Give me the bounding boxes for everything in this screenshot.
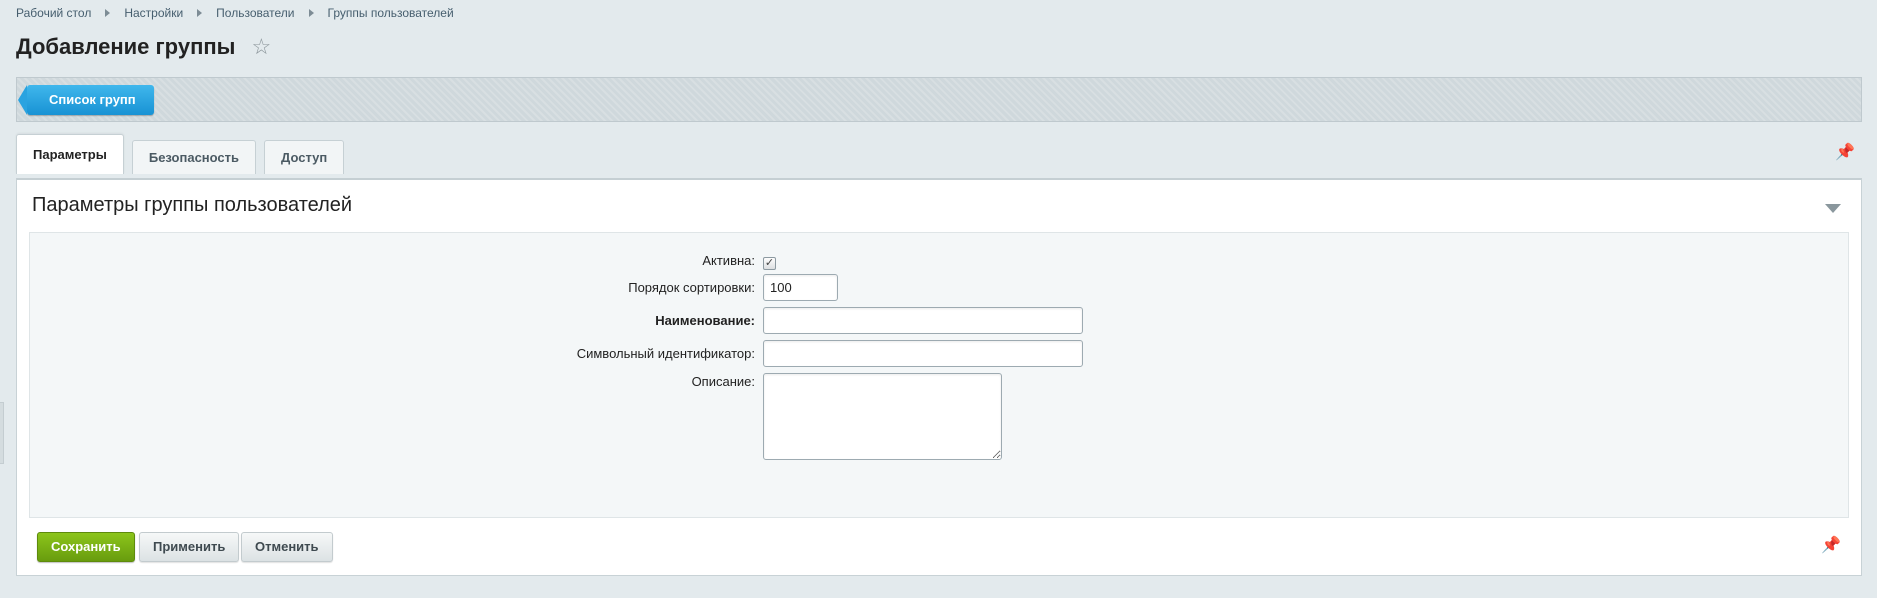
group-parameters-panel: Параметры группы пользователей Активна: … — [16, 178, 1862, 576]
active-checkbox[interactable]: ✓ — [763, 257, 776, 270]
star-icon[interactable]: ☆ — [251, 36, 271, 58]
tab-bar: Параметры Безопасность Доступ — [16, 134, 352, 174]
description-label: Описание: — [691, 374, 755, 389]
group-list-button[interactable]: Список групп — [18, 85, 154, 115]
pin-icon[interactable]: 📌 — [1821, 535, 1841, 555]
code-input[interactable] — [763, 340, 1083, 367]
breadcrumb-item-settings[interactable]: Настройки — [124, 6, 183, 20]
context-toolbar: Список групп — [16, 77, 1862, 122]
cancel-button[interactable]: Отменить — [241, 532, 333, 562]
form-area: Активна: ✓ Порядок сортировки: Наименова… — [29, 232, 1849, 518]
breadcrumb-item-user-groups[interactable]: Группы пользователей — [328, 6, 454, 20]
breadcrumb-item-users[interactable]: Пользователи — [216, 6, 294, 20]
section-title: Параметры группы пользователей — [32, 194, 353, 216]
active-label: Активна: — [702, 253, 755, 268]
side-panel-handle[interactable] — [0, 402, 4, 464]
checkmark-icon: ✓ — [764, 257, 775, 269]
pin-icon[interactable]: 📌 — [1835, 142, 1855, 162]
breadcrumb-separator-icon — [308, 9, 314, 17]
apply-button[interactable]: Применить — [139, 532, 240, 562]
name-label: Наименование: — [655, 313, 755, 328]
code-label: Символьный идентификатор: — [576, 346, 755, 361]
tab-parameters[interactable]: Параметры — [16, 134, 124, 174]
name-input[interactable] — [763, 307, 1083, 334]
save-button[interactable]: Сохранить — [37, 532, 135, 562]
breadcrumb-separator-icon — [197, 9, 203, 17]
chevron-down-icon[interactable] — [1825, 204, 1841, 213]
sort-input[interactable] — [763, 274, 838, 301]
tab-security[interactable]: Безопасность — [131, 140, 257, 174]
breadcrumb-item-desktop[interactable]: Рабочий стол — [16, 6, 91, 20]
tab-access[interactable]: Доступ — [264, 140, 345, 174]
page-title: Добавление группы — [16, 34, 236, 59]
breadcrumb-separator-icon — [105, 9, 111, 17]
breadcrumb: Рабочий стол Настройки Пользователи Груп… — [16, 6, 454, 20]
description-textarea[interactable] — [763, 373, 1002, 460]
sort-label: Порядок сортировки: — [628, 280, 755, 295]
page-title-row: Добавление группы ☆ — [16, 34, 271, 60]
